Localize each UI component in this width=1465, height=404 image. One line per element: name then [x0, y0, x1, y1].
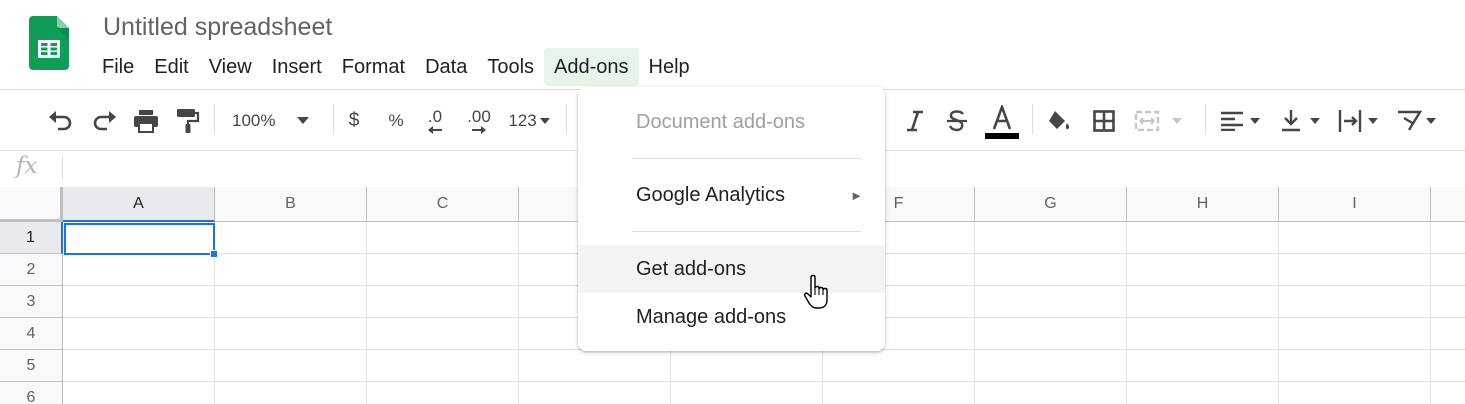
borders-icon — [1093, 110, 1115, 132]
vertical-align-button[interactable] — [1276, 104, 1324, 138]
select-all-corner[interactable] — [0, 187, 63, 222]
hand-cursor-icon — [804, 274, 828, 309]
menu-file[interactable]: File — [92, 48, 144, 86]
menu-data[interactable]: Data — [415, 48, 477, 86]
fill-handle[interactable] — [210, 250, 218, 258]
paint-format-button[interactable] — [173, 104, 203, 138]
toolbar-separator — [1205, 104, 1206, 134]
chevron-down-icon — [1368, 117, 1378, 124]
zoom-select[interactable]: 100% — [232, 104, 322, 138]
italic-icon — [907, 110, 923, 132]
borders-button[interactable] — [1089, 104, 1119, 138]
google-analytics-menu-item[interactable]: Google Analytics ► — [578, 171, 885, 219]
row-header-2[interactable]: 2 — [0, 254, 63, 286]
arrow-right-icon — [472, 126, 486, 134]
print-button[interactable] — [131, 104, 161, 138]
toolbar-separator — [1032, 104, 1033, 134]
zoom-value: 100% — [232, 111, 276, 130]
text-wrap-icon — [1338, 110, 1362, 132]
text-wrap-button[interactable] — [1334, 104, 1382, 138]
vertical-align-icon — [1282, 110, 1300, 132]
strikethrough-icon — [947, 110, 967, 132]
chevron-down-icon — [539, 117, 550, 124]
increase-decimal-button[interactable]: .00 — [462, 104, 496, 138]
column-header-a[interactable]: A — [63, 187, 215, 222]
horizontal-align-button[interactable] — [1216, 104, 1264, 138]
fx-label: fx — [16, 153, 38, 179]
percent-format-button[interactable]: % — [383, 104, 409, 138]
italic-button[interactable] — [900, 104, 930, 138]
google-sheets-logo-icon[interactable] — [29, 16, 69, 70]
horizontal-align-icon — [1221, 111, 1243, 131]
currency-format-button[interactable]: $ — [341, 104, 367, 138]
row-header-3[interactable]: 3 — [0, 286, 63, 318]
fill-color-icon — [1049, 111, 1070, 130]
gridline — [63, 381, 1465, 382]
merge-cells-icon — [1134, 110, 1160, 132]
undo-button[interactable] — [46, 104, 76, 138]
text-color-button[interactable] — [984, 104, 1020, 142]
column-header-g[interactable]: G — [975, 187, 1127, 222]
menu-addons[interactable]: Add-ons — [544, 48, 639, 86]
selected-cell-a1[interactable] — [64, 223, 215, 255]
menu-separator — [632, 158, 861, 159]
google-analytics-label: Google Analytics — [636, 183, 785, 206]
strikethrough-button[interactable] — [942, 104, 972, 138]
gridline — [366, 222, 367, 404]
row-header-1[interactable]: 1 — [0, 222, 63, 254]
text-rotation-button[interactable] — [1392, 104, 1440, 138]
merge-cells-button[interactable] — [1134, 104, 1194, 138]
column-header-c[interactable]: C — [367, 187, 519, 222]
toolbar-separator — [214, 104, 215, 134]
menu-help[interactable]: Help — [639, 48, 700, 86]
formula-bar-separator — [62, 157, 63, 179]
chevron-down-icon — [1172, 117, 1182, 124]
column-header-b[interactable]: B — [215, 187, 367, 222]
text-rotation-icon — [1398, 110, 1422, 131]
fill-color-button[interactable] — [1044, 104, 1074, 138]
more-formats-button[interactable]: 123 — [504, 104, 554, 138]
document-addons-header: Document add-ons — [636, 110, 805, 133]
sheets-window: Untitled spreadsheet File Edit View Inse… — [0, 0, 1465, 404]
chevron-down-icon — [1310, 117, 1320, 124]
row-header-6[interactable]: 6 — [0, 382, 63, 404]
gridline — [974, 222, 975, 404]
chevron-down-icon — [297, 117, 310, 124]
undo-icon — [49, 111, 72, 131]
menu-insert[interactable]: Insert — [262, 48, 332, 86]
chevron-down-icon — [1426, 117, 1436, 124]
gridline — [518, 222, 519, 404]
redo-button[interactable] — [89, 104, 119, 138]
toolbar-separator — [333, 104, 334, 134]
gridline — [1126, 222, 1127, 404]
manage-addons-menu-item[interactable]: Manage add-ons — [578, 293, 885, 341]
arrow-left-icon — [428, 126, 442, 134]
menu-edit[interactable]: Edit — [144, 48, 198, 86]
menu-separator — [632, 231, 861, 232]
text-color-icon — [985, 105, 1019, 139]
chevron-down-icon — [1250, 117, 1260, 124]
row-header-5[interactable]: 5 — [0, 350, 63, 382]
print-icon — [134, 110, 158, 133]
gridline — [1278, 222, 1279, 404]
menu-format[interactable]: Format — [332, 48, 415, 86]
addons-menu: Document add-ons Google Analytics ► Get … — [578, 87, 885, 351]
get-addons-menu-item[interactable]: Get add-ons — [578, 245, 885, 293]
menubar: File Edit View Insert Format Data Tools … — [92, 48, 700, 86]
decrease-decimal-button[interactable]: .0 — [420, 104, 450, 138]
gridline — [1430, 222, 1431, 404]
redo-icon — [93, 111, 116, 131]
paint-format-icon — [177, 109, 200, 133]
column-header-overflow[interactable] — [1431, 187, 1465, 222]
menu-tools[interactable]: Tools — [477, 48, 544, 86]
row-header-4[interactable]: 4 — [0, 318, 63, 350]
menu-view[interactable]: View — [199, 48, 262, 86]
toolbar-separator — [566, 104, 567, 134]
submenu-arrow-icon: ► — [850, 187, 863, 203]
column-header-h[interactable]: H — [1127, 187, 1279, 222]
column-header-i[interactable]: I — [1279, 187, 1431, 222]
document-title[interactable]: Untitled spreadsheet — [103, 12, 332, 42]
